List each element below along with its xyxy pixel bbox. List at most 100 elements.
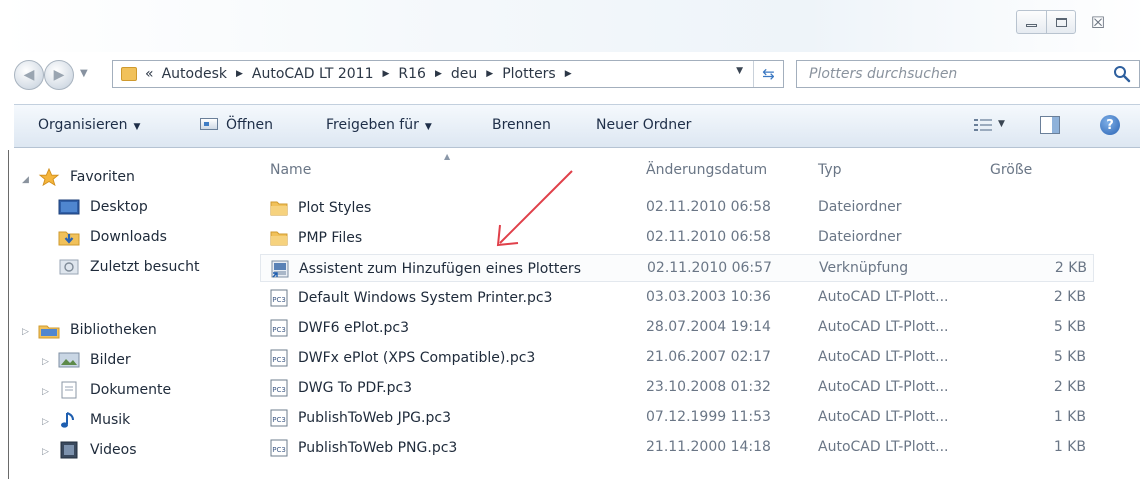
file-type: AutoCAD LT-Plott...	[818, 349, 949, 365]
file-row[interactable]: PC3 Default Windows System Printer.pc3 03.…	[260, 284, 1094, 312]
organize-button[interactable]: Organisieren ▼	[38, 117, 140, 133]
file-row[interactable]: PC3 PublishToWeb PNG.pc3 21.11.2000 14:18 A…	[260, 434, 1094, 462]
breadcrumb-item[interactable]: R16	[398, 66, 426, 82]
views-dropdown-icon[interactable]: ▼	[998, 119, 1005, 129]
pc3-file-icon: PC3	[270, 379, 288, 397]
file-type: AutoCAD LT-Plott...	[818, 319, 949, 335]
expand-arrow-icon[interactable]: ▷	[22, 327, 29, 337]
file-row[interactable]: PC3 DWFx ePlot (XPS Compatible).pc3 21.06.…	[260, 344, 1094, 372]
column-header-name[interactable]: Name	[270, 162, 311, 178]
file-size: 2 KB	[1053, 289, 1086, 305]
folder-icon	[270, 201, 288, 216]
breadcrumb-item[interactable]: deu	[451, 66, 477, 82]
address-overflow-chevron[interactable]: «	[145, 66, 154, 82]
window-controls: ☒	[1016, 10, 1120, 34]
folder-icon	[121, 67, 137, 81]
expand-arrow-icon[interactable]: ◢	[22, 175, 29, 185]
file-row[interactable]: PMP Files 02.11.2010 06:58 Dateiordner	[260, 224, 1094, 252]
nav-item-label: Musik	[90, 412, 131, 428]
close-button[interactable]: ☒	[1076, 10, 1120, 34]
nav-libraries[interactable]: Bibliotheken	[38, 321, 157, 339]
forward-button[interactable]: ▶	[44, 60, 74, 90]
shortcut-icon	[271, 260, 289, 278]
views-icon[interactable]	[974, 118, 992, 132]
preview-pane-icon[interactable]	[1040, 116, 1060, 134]
breadcrumb-separator-icon[interactable]: ▶	[565, 69, 572, 79]
documents-icon	[61, 381, 77, 399]
expand-arrow-icon[interactable]: ▷	[42, 447, 49, 457]
nav-favorites[interactable]: Favoriten	[38, 168, 135, 186]
expand-arrow-icon[interactable]: ▷	[42, 357, 49, 367]
minimize-icon	[1026, 23, 1037, 27]
file-date: 02.11.2010 06:58	[646, 229, 771, 245]
file-type: AutoCAD LT-Plott...	[818, 379, 949, 395]
help-icon[interactable]: ?	[1100, 115, 1120, 135]
address-bar[interactable]: « Autodesk ▶ AutoCAD LT 2011 ▶ R16 ▶ deu ▶ Plott…	[112, 60, 784, 88]
nav-item-recent[interactable]: Zuletzt besucht	[58, 258, 199, 276]
column-header-type[interactable]: Typ	[818, 162, 842, 178]
videos-icon	[60, 441, 78, 459]
share-label: Freigeben für	[326, 117, 419, 133]
expand-arrow-icon[interactable]: ▷	[42, 387, 49, 397]
nav-item-pictures[interactable]: Bilder	[58, 351, 131, 369]
file-row[interactable]: Plot Styles 02.11.2010 06:58 Dateiordner	[260, 194, 1094, 222]
file-row[interactable]: Assistent zum Hinzufügen eines Plotters 0…	[260, 254, 1094, 282]
column-header-label: Name	[270, 162, 312, 178]
pc3-file-icon: PC3	[270, 349, 288, 367]
nav-item-videos[interactable]: Videos	[58, 441, 137, 459]
file-type: AutoCAD LT-Plott...	[818, 289, 949, 305]
nav-item-desktop[interactable]: Desktop	[58, 198, 148, 216]
breadcrumb-separator-icon[interactable]: ▶	[486, 69, 493, 79]
file-row[interactable]: PC3 DWG To PDF.pc3 23.10.2008 01:32 AutoCAD…	[260, 374, 1094, 402]
column-header-size[interactable]: Größe	[990, 162, 1032, 178]
file-size: 2 KB	[1054, 260, 1087, 276]
nav-item-documents[interactable]: Dokumente	[58, 381, 171, 399]
refresh-button[interactable]: ⇆	[753, 61, 783, 87]
column-header-label: Größe	[990, 162, 1033, 178]
nav-item-downloads[interactable]: Downloads	[58, 228, 167, 246]
pc3-file-icon: PC3	[270, 439, 288, 457]
column-header-date[interactable]: Änderungsdatum	[646, 162, 767, 178]
nav-item-music[interactable]: Musik	[58, 411, 130, 429]
breadcrumb-item[interactable]: Plotters	[502, 66, 556, 82]
file-row[interactable]: PC3 PublishToWeb JPG.pc3 07.12.1999 11:53 A…	[260, 404, 1094, 432]
open-button[interactable]: Öffnen	[200, 117, 273, 133]
burn-label: Brennen	[492, 117, 551, 133]
search-box[interactable]	[796, 60, 1140, 88]
minimize-button[interactable]	[1016, 10, 1046, 34]
file-list: Name ▲ Änderungsdatum Typ Größe Plot Sty…	[244, 150, 1148, 479]
new-folder-button[interactable]: Neuer Ordner	[596, 117, 691, 133]
star-icon	[38, 168, 60, 186]
breadcrumb-item[interactable]: Autodesk	[162, 66, 227, 82]
address-dropdown-icon[interactable]: ▼	[736, 66, 743, 76]
file-type: Dateiordner	[818, 229, 902, 245]
back-button[interactable]: ◀	[14, 60, 44, 90]
open-icon	[200, 118, 218, 130]
burn-button[interactable]: Brennen	[492, 117, 551, 133]
search-icon[interactable]	[1113, 65, 1131, 83]
breadcrumb: Autodesk ▶ AutoCAD LT 2011 ▶ R16 ▶ deu ▶ Plotter…	[162, 66, 581, 82]
breadcrumb-separator-icon[interactable]: ▶	[435, 69, 442, 79]
annotation-arrow-icon	[496, 170, 573, 247]
search-input[interactable]	[809, 66, 1099, 82]
nav-item-label: Bilder	[90, 352, 131, 368]
share-button[interactable]: Freigeben für ▼	[326, 117, 432, 133]
file-date: 21.06.2007 02:17	[646, 349, 771, 365]
title-bar: ☒	[0, 0, 1148, 52]
breadcrumb-separator-icon[interactable]: ▶	[236, 69, 243, 79]
file-type: AutoCAD LT-Plott...	[818, 439, 949, 455]
breadcrumb-separator-icon[interactable]: ▶	[383, 69, 390, 79]
navigation-pane: ◢ Favoriten Desktop Downloads Zuletzt be…	[14, 150, 242, 479]
file-size: 1 KB	[1053, 439, 1086, 455]
file-name: Assistent zum Hinzufügen eines Plotters	[299, 261, 581, 277]
file-name: Plot Styles	[298, 200, 372, 216]
breadcrumb-item[interactable]: AutoCAD LT 2011	[252, 66, 374, 82]
expand-arrow-icon[interactable]: ▷	[42, 417, 49, 427]
nav-item-label: Videos	[90, 442, 137, 458]
maximize-button[interactable]	[1046, 10, 1076, 34]
refresh-icon: ⇆	[762, 65, 775, 83]
file-row[interactable]: PC3 DWF6 ePlot.pc3 28.07.2004 19:14 AutoCAD…	[260, 314, 1094, 342]
recent-pages-dropdown-icon[interactable]: ▼	[80, 68, 88, 79]
file-type: AutoCAD LT-Plott...	[818, 409, 949, 425]
file-name-cell: PC3 PublishToWeb PNG.pc3	[270, 439, 457, 457]
